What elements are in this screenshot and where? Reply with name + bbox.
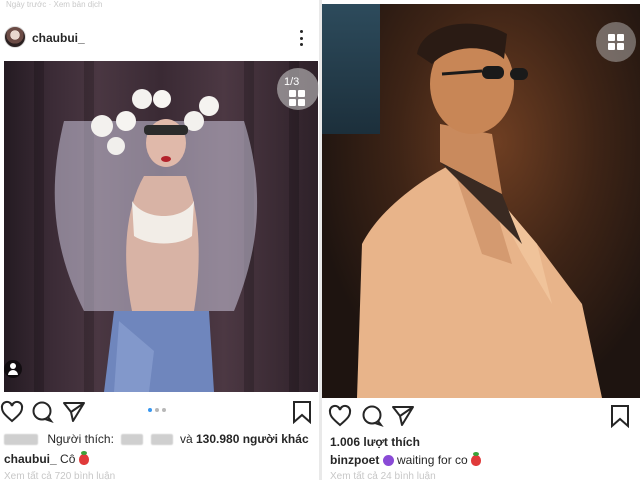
devil-emoji xyxy=(382,455,394,467)
carousel-dots xyxy=(148,408,166,412)
right-post: 1.006 lượt thích binzpoet waiting for co… xyxy=(322,0,640,480)
blurred-name xyxy=(121,434,144,446)
caption: chaubui_ Cô xyxy=(4,451,89,466)
heart-icon[interactable] xyxy=(328,404,352,428)
carousel-dot xyxy=(148,408,152,412)
username[interactable]: chaubui_ xyxy=(32,31,85,45)
strawberry-emoji xyxy=(78,451,89,466)
caption-text: waiting for co xyxy=(397,453,468,467)
share-icon[interactable] xyxy=(391,404,415,428)
caption-text: Cô xyxy=(60,452,76,466)
action-row xyxy=(0,400,320,426)
share-icon[interactable] xyxy=(62,400,86,424)
carousel-counter: 1/3 xyxy=(284,76,300,88)
likes-and: và xyxy=(179,432,193,446)
carousel-dot xyxy=(155,408,159,412)
bookmark-icon[interactable] xyxy=(290,400,314,425)
photo-figure xyxy=(54,89,258,392)
post-meta-strip: Ngày trước · Xem bản dịch xyxy=(6,0,103,9)
grid-icon[interactable] xyxy=(289,90,305,106)
more-icon[interactable] xyxy=(294,30,308,46)
bookmark-icon[interactable] xyxy=(608,404,632,429)
comment-icon[interactable] xyxy=(360,404,384,428)
post-header: chaubui_ xyxy=(0,24,320,54)
heart-icon[interactable] xyxy=(0,400,24,424)
action-row xyxy=(322,404,640,430)
carousel-dot xyxy=(162,408,166,412)
view-comments[interactable]: Xem tất cả 24 bình luận xyxy=(330,471,436,480)
view-comments[interactable]: Xem tất cả 720 bình luận xyxy=(4,471,115,480)
avatar[interactable] xyxy=(4,26,26,48)
user-tag-icon[interactable] xyxy=(4,360,22,378)
post-photo[interactable] xyxy=(322,4,640,398)
caption-username[interactable]: chaubui_ xyxy=(4,452,57,466)
strawberry-emoji xyxy=(471,452,482,467)
likes-count[interactable]: 1.006 lượt thích xyxy=(330,435,420,449)
caption: binzpoet waiting for co xyxy=(330,452,482,467)
blurred-avatars xyxy=(4,434,38,446)
comment-icon[interactable] xyxy=(30,400,54,424)
grid-icon[interactable] xyxy=(608,34,624,50)
likes-prefix: Người thích: xyxy=(47,432,114,446)
likes-count[interactable]: 130.980 người khác xyxy=(196,432,309,446)
post-photo[interactable] xyxy=(4,61,318,392)
blurred-name xyxy=(150,434,173,446)
left-post: Ngày trước · Xem bản dịch chaubui_ 1/3 N… xyxy=(0,0,320,480)
likes-line: Người thích: và 130.980 người khác xyxy=(4,432,309,446)
caption-username[interactable]: binzpoet xyxy=(330,453,379,467)
photo-figure xyxy=(357,23,602,398)
